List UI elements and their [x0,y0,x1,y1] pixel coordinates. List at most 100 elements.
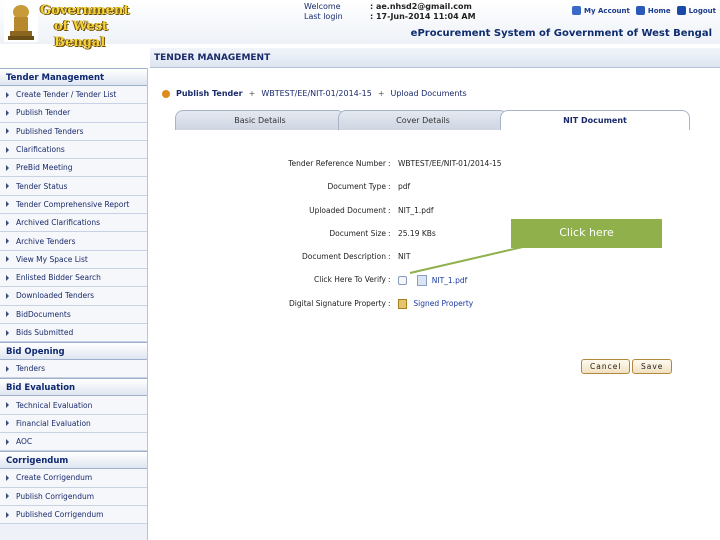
home-label: Home [647,6,671,15]
sidebar-item-create-corrigendum[interactable]: Create Corrigendum [0,469,147,488]
sidebar-item-aoc[interactable]: AOC [0,433,147,452]
sidebar-item-published-tenders[interactable]: Published Tenders [0,122,147,141]
sidebar-item-label: PreBid Meeting [16,163,73,173]
certificate-icon [398,299,407,309]
sidebar-item-label: Downloaded Tenders [16,291,95,301]
my-account-link[interactable]: My Account [572,6,630,15]
arrow-icon [6,146,9,153]
sidebar-item-label: Create Tender / Tender List [16,90,117,100]
signed-property-link[interactable]: Signed Property [413,299,473,308]
arrow-icon [6,109,9,116]
breadcrumb-tender-ref[interactable]: WBTEST/EE/NIT-01/2014-15 [261,89,372,98]
page-title-bar: TENDER MANAGEMENT [150,48,720,68]
sidebar-item-label: View My Space List [16,254,88,264]
arrow-icon [6,493,9,500]
sidebar-item-publish-corrigendum[interactable]: Publish Corrigendum [0,487,147,506]
home-link[interactable]: Home [635,6,671,15]
arrow-icon [6,183,9,190]
logout-link[interactable]: Logout [676,6,716,15]
type-label: Document Type [327,182,386,191]
sidebar-item-label: Tenders [16,364,46,374]
sidebar-item-label: Technical Evaluation [16,400,93,410]
sidebar-item-label: Create Corrigendum [16,473,93,483]
pdf-file-icon[interactable] [417,275,428,286]
desc-label: Document Description [302,252,386,261]
emblem-icon [4,2,38,42]
gov-line1: Government [40,3,130,18]
size-row: Document Size: 25.19 KBs [170,229,570,238]
uploaded-label: Uploaded Document [309,206,386,215]
tab-strip: Basic Details Cover Details NIT Document [175,110,690,130]
arrow-icon [6,474,9,481]
sidebar-item-financial-evaluation[interactable]: Financial Evaluation [0,414,147,434]
cancel-button[interactable]: Cancel [581,359,631,374]
ref-label: Tender Reference Number [288,159,386,168]
sidebar-item-bidder-search[interactable]: Enlisted Bidder Search [0,268,147,288]
account-icon [572,6,582,15]
arrow-icon [6,438,9,445]
sidebar-item-published-corrigendum[interactable]: Published Corrigendum [0,505,147,525]
ref-row: Tender Reference Number: WBTEST/EE/NIT-0… [170,159,570,168]
sig-label: Digital Signature Property [288,299,386,308]
tab-basic-details[interactable]: Basic Details [175,110,345,130]
sidebar-item-archive-tenders[interactable]: Archive Tenders [0,232,147,251]
arrow-icon [6,274,9,281]
header: Government of West Bengal Welcome: ae.nh… [0,0,720,50]
breadcrumb-upload-documents: Upload Documents [390,89,467,98]
sidebar-section-corrigendum: Corrigendum [0,451,147,470]
nit-document-panel: Tender Reference Number: WBTEST/EE/NIT-0… [170,130,700,388]
verify-checkbox[interactable] [398,276,407,285]
sidebar-item-create-tender[interactable]: Create Tender / Tender List [0,86,147,105]
sidebar-item-prebid-meeting[interactable]: PreBid Meeting [0,159,147,178]
sidebar-item-my-space[interactable]: View My Space List [0,250,147,269]
sidebar-item-tender-status[interactable]: Tender Status [0,177,147,196]
sidebar-item-tenders[interactable]: Tenders [0,360,147,379]
sidebar-item-comprehensive-report[interactable]: Tender Comprehensive Report [0,195,147,215]
breadcrumb-publish-tender[interactable]: Publish Tender [176,89,243,98]
arrow-icon [6,201,9,208]
save-button[interactable]: Save [632,359,673,374]
page-title: TENDER MANAGEMENT [154,53,271,63]
sidebar-item-publish-tender[interactable]: Publish Tender [0,104,147,123]
arrow-icon [6,91,9,98]
click-here-callout: Click here [511,219,662,248]
tab-nit-document[interactable]: NIT Document [500,110,690,130]
sidebar-item-label: Archived Clarifications [16,218,101,228]
sidebar-item-label: Bids Submitted [16,328,74,337]
sidebar-item-clarifications[interactable]: Clarifications [0,140,147,160]
breadcrumb-separator-icon: + [377,89,385,98]
arrow-icon [6,329,9,336]
verify-row: Click Here To Verify: NIT_1.pdf [170,275,570,286]
type-row: Document Type: pdf [170,182,570,191]
sidebar-item-label: BidDocuments [16,309,71,319]
home-icon [635,6,645,15]
sidebar-item-label: Clarifications [16,145,65,155]
sidebar-section-bid-opening: Bid Opening [0,342,147,361]
tab-cover-details[interactable]: Cover Details [338,110,508,130]
logout-label: Logout [688,6,716,15]
sidebar-item-technical-evaluation[interactable]: Technical Evaluation [0,396,147,415]
sidebar-item-bids-submitted[interactable]: Bids Submitted [0,323,147,343]
type-value: pdf [398,182,411,191]
size-label: Document Size [329,229,386,238]
uploaded-row: Uploaded Document: NIT_1.pdf [170,206,570,215]
sidebar-item-label: AOC [16,437,33,447]
sidebar-item-label: Enlisted Bidder Search [16,273,101,283]
verify-label: Click Here To Verify [314,275,386,284]
breadcrumb-bullet-icon [162,89,170,98]
sidebar-item-label: Published Tenders [16,126,84,136]
sidebar-item-label: Financial Evaluation [16,418,91,428]
verify-file-link[interactable]: NIT_1.pdf [432,276,467,285]
breadcrumb: Publish Tender + WBTEST/EE/NIT-01/2014-1… [162,89,467,98]
breadcrumb-separator-icon: + [248,89,256,98]
size-value: 25.19 KBs [398,229,436,238]
signature-row: Digital Signature Property: Signed Prope… [170,299,570,309]
sidebar-item-downloaded-tenders[interactable]: Downloaded Tenders [0,287,147,306]
arrow-icon [6,256,9,263]
arrow-icon [6,164,9,171]
arrow-icon [6,402,9,409]
sidebar-item-label: Tender Comprehensive Report [16,199,130,209]
top-links: My Account Home Logout [572,6,716,15]
sidebar-item-archived-clarifications[interactable]: Archived Clarifications [0,214,147,233]
sidebar-item-bid-documents[interactable]: BidDocuments [0,305,147,324]
